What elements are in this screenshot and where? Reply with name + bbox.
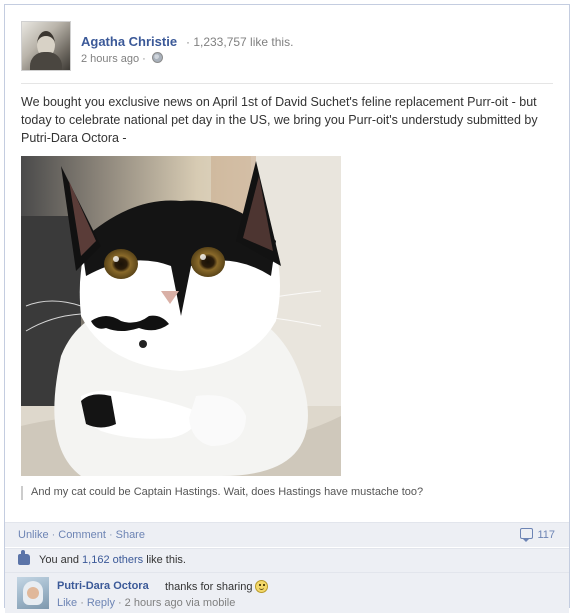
action-separator: ·	[108, 529, 113, 541]
comment-reply-link[interactable]: Reply	[87, 597, 115, 609]
feed-story: Agatha Christie · 1,233,757 like this. 2…	[4, 4, 570, 613]
comment-meta-separator: ·	[80, 597, 84, 609]
commenter-avatar[interactable]	[17, 577, 49, 609]
comment-item: Putri-Dara Octora thanks for sharing Lik…	[5, 572, 569, 613]
smiley-emoticon-icon	[255, 580, 269, 593]
likes-prefix: You and	[39, 554, 83, 566]
post-action-bar: Unlike · Comment · Share 117	[5, 522, 569, 547]
post-photo[interactable]	[21, 156, 341, 476]
thumbs-up-icon	[18, 550, 30, 565]
comment-meta-separator: ·	[117, 597, 122, 609]
post-body-text: We bought you exclusive news on April 1s…	[21, 95, 538, 145]
globe-icon[interactable]	[151, 52, 163, 63]
post-timestamp[interactable]: 2 hours ago	[81, 53, 139, 65]
photo-caption: And my cat could be Captain Hastings. Wa…	[21, 486, 423, 500]
header-divider	[21, 83, 553, 84]
others-like-link[interactable]: 1,162 others	[82, 554, 143, 566]
unlike-link[interactable]: Unlike	[18, 529, 49, 541]
comment-body: thanks for sharing	[165, 581, 253, 593]
likes-summary-row: You and 1,162 others like this.	[5, 548, 569, 572]
action-links: Unlike · Comment · Share	[18, 529, 145, 541]
action-separator: ·	[51, 529, 56, 541]
cat-photo-illustration	[21, 156, 341, 476]
comment-like-link[interactable]: Like	[57, 597, 77, 609]
comment-meta: Like · Reply · 2 hours ago via mobile	[57, 597, 235, 609]
meta-separator: ·	[142, 53, 146, 65]
comment-bubble-icon	[520, 528, 534, 542]
comment-timestamp: 2 hours ago via mobile	[124, 597, 236, 609]
avatar-face	[27, 587, 39, 599]
comment-link[interactable]: Comment	[58, 529, 106, 541]
comment-count-link[interactable]: 117	[520, 528, 555, 542]
likes-suffix: like this.	[143, 554, 186, 566]
likes-summary-text: You and 1,162 others like this.	[39, 554, 186, 566]
author-avatar[interactable]	[21, 21, 71, 71]
comment-text: thanks for sharing	[165, 580, 269, 593]
comment-count: 117	[537, 529, 555, 541]
commenter-name-link[interactable]: Putri-Dara Octora	[57, 580, 149, 592]
avatar-shoulders	[30, 52, 62, 70]
share-link[interactable]: Share	[116, 529, 145, 541]
author-name-link[interactable]: Agatha Christie	[81, 34, 177, 49]
post-meta: 2 hours ago ·	[81, 52, 163, 65]
page-likes-summary: · 1,233,757 like this.	[186, 35, 294, 49]
